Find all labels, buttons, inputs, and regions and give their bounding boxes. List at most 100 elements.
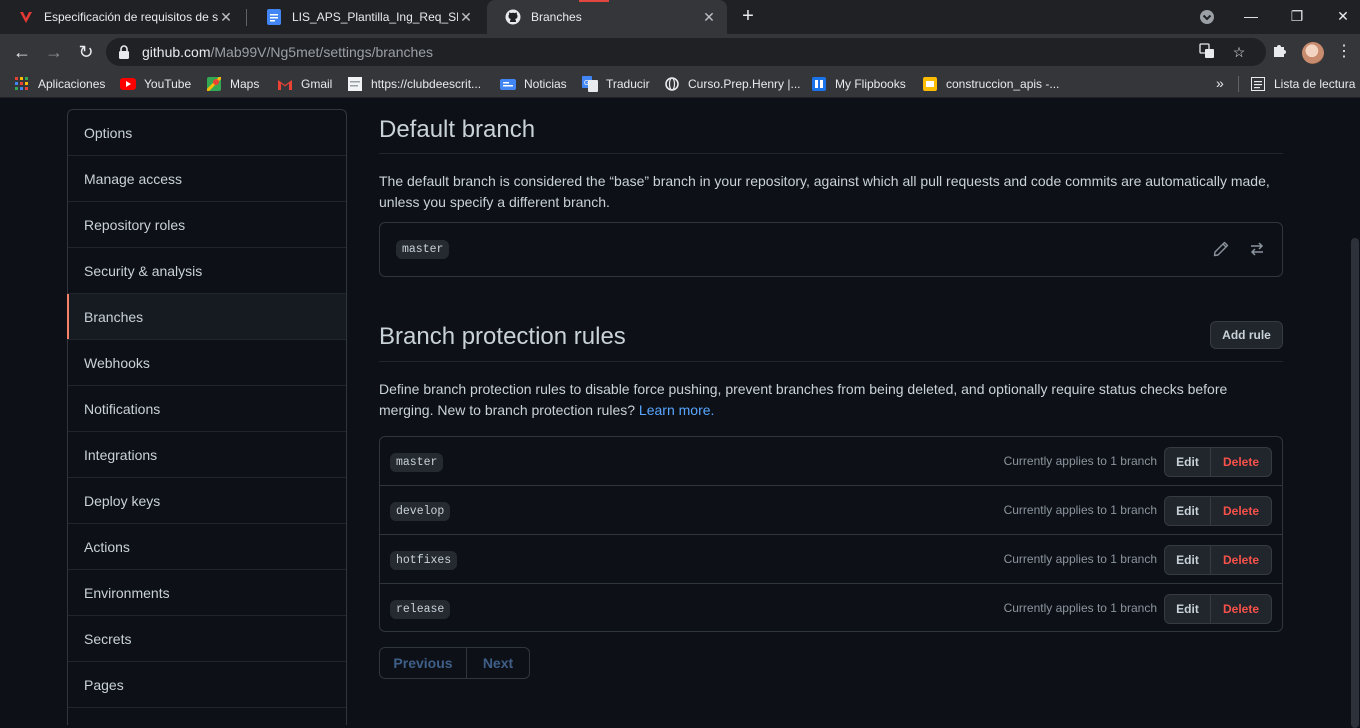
bookmark-maps[interactable]: Maps xyxy=(206,75,259,93)
reload-icon[interactable]: ↻ xyxy=(74,40,98,64)
edit-button[interactable]: Edit xyxy=(1165,595,1211,623)
bookmarks-bar: Aplicaciones YouTube Maps Gmail https://… xyxy=(0,70,1360,98)
sidebar-item-branches[interactable]: Branches xyxy=(67,294,346,340)
new-tab-button[interactable]: + xyxy=(737,6,759,28)
youtube-icon xyxy=(120,76,136,92)
pencil-icon[interactable] xyxy=(1213,241,1231,259)
bookmark-label: Traducir xyxy=(606,77,650,91)
close-icon[interactable]: ✕ xyxy=(701,9,717,26)
add-rule-button[interactable]: Add rule xyxy=(1210,321,1283,349)
profile-avatar[interactable] xyxy=(1302,42,1324,64)
reading-list-button[interactable]: Lista de lectura xyxy=(1250,75,1355,93)
delete-button[interactable]: Delete xyxy=(1211,546,1271,574)
close-icon[interactable]: ✕ xyxy=(458,9,474,26)
bookmark-label: My Flipbooks xyxy=(835,77,906,91)
protection-rules-list: master Currently applies to 1 branch Edi… xyxy=(379,436,1283,632)
back-arrow-icon[interactable]: ← xyxy=(10,40,34,64)
sidebar-item-webhooks[interactable]: Webhooks xyxy=(68,340,346,386)
sidebar-item-notifications[interactable]: Notifications xyxy=(68,386,346,432)
sidebar-item-pages[interactable]: Pages xyxy=(68,662,346,708)
delete-button[interactable]: Delete xyxy=(1211,497,1271,525)
extensions-puzzle-icon[interactable] xyxy=(1270,42,1290,62)
sidebar-item-options[interactable]: Options xyxy=(68,110,346,156)
forward-arrow-icon[interactable]: → xyxy=(42,40,66,64)
sidebar-item-secrets[interactable]: Secrets xyxy=(68,616,346,662)
bookmark-noticias[interactable]: Noticias xyxy=(500,75,567,93)
bookmark-youtube[interactable]: YouTube xyxy=(120,75,191,93)
next-button[interactable]: Next xyxy=(467,648,529,678)
bookmark-apps[interactable]: Aplicaciones xyxy=(14,75,105,93)
default-branch-title: Default branch xyxy=(379,116,536,143)
sidebar-item-label: Notifications xyxy=(84,400,161,417)
sidebar-item-manage-access[interactable]: Manage access xyxy=(68,156,346,202)
news-icon xyxy=(500,76,516,92)
table-row: release Currently applies to 1 branch Ed… xyxy=(380,584,1282,633)
sidebar-item-repository-roles[interactable]: Repository roles xyxy=(68,202,346,248)
rule-branch-name: release xyxy=(390,600,451,619)
bookmark-clubdeescritura[interactable]: https://clubdeescrit... xyxy=(347,75,481,93)
bookmark-curso-prep-henry[interactable]: Curso.Prep.Henry |... xyxy=(664,75,801,93)
bookmark-my-flipbooks[interactable]: My Flipbooks xyxy=(811,75,906,93)
tab-search-icon[interactable] xyxy=(1184,0,1230,34)
address-bar[interactable]: github.com/Mab99V/Ng5met/settings/branch… xyxy=(106,38,1266,66)
page-scrollbar[interactable] xyxy=(1350,98,1360,728)
delete-button[interactable]: Delete xyxy=(1211,595,1271,623)
translate-page-icon[interactable] xyxy=(1198,43,1216,61)
bookmark-label: Aplicaciones xyxy=(38,77,106,91)
delete-button[interactable]: Delete xyxy=(1211,448,1271,476)
switch-arrows-icon[interactable] xyxy=(1249,241,1267,259)
edit-button[interactable]: Edit xyxy=(1165,546,1211,574)
previous-button[interactable]: Previous xyxy=(380,648,467,678)
edit-button[interactable]: Edit xyxy=(1165,497,1211,525)
github-settings-page: Options Manage access Repository roles S… xyxy=(0,98,1350,725)
window-close-icon[interactable]: ✕ xyxy=(1320,0,1360,34)
sidebar-item-environments[interactable]: Environments xyxy=(68,570,346,616)
sidebar-item-label: Branches xyxy=(84,308,144,325)
sidebar-item-actions[interactable]: Actions xyxy=(68,524,346,570)
reading-list-icon xyxy=(1250,76,1266,92)
kebab-menu-icon[interactable]: ⋮ xyxy=(1334,42,1354,62)
browser-tab-2[interactable]: LIS_APS_Plantilla_Ing_Req_SRS_v ✕ xyxy=(248,0,484,34)
browser-tab-3-active[interactable]: Branches ✕ xyxy=(487,0,727,34)
learn-more-link[interactable]: Learn more. xyxy=(639,402,714,418)
edit-button[interactable]: Edit xyxy=(1165,448,1211,476)
bookmark-construccion-apis[interactable]: construccion_apis -... xyxy=(922,75,1059,93)
lock-icon[interactable] xyxy=(118,45,130,64)
translate-icon: G xyxy=(582,76,598,92)
rule-branch-name: develop xyxy=(390,502,451,521)
default-branch-description: The default branch is considered the “ba… xyxy=(379,173,1270,210)
rule-applies-text: Currently applies to 1 branch xyxy=(1003,552,1157,566)
sidebar-item-deploy-keys[interactable]: Deploy keys xyxy=(68,478,346,524)
rule-branch-name: master xyxy=(390,453,444,472)
sidebar-item-integrations[interactable]: Integrations xyxy=(68,432,346,478)
bookmark-label: construccion_apis -... xyxy=(946,77,1060,91)
bookmark-traducir[interactable]: G Traducir xyxy=(582,75,650,93)
bookmarks-divider xyxy=(1238,76,1239,92)
bookmark-star-icon[interactable]: ☆ xyxy=(1230,43,1248,61)
rule-actions: Edit Delete xyxy=(1164,545,1272,575)
divider xyxy=(379,153,1283,154)
pagination: Previous Next xyxy=(379,647,530,679)
github-icon xyxy=(505,9,521,25)
reading-list-label: Lista de lectura xyxy=(1274,77,1356,91)
default-branch-box: master xyxy=(379,222,1283,277)
restore-icon[interactable]: ❐ xyxy=(1274,0,1320,34)
rule-applies-text: Currently applies to 1 branch xyxy=(1003,454,1157,468)
browser-tab-1[interactable]: Especificación de requisitos de so ✕ xyxy=(0,0,244,34)
table-row: develop Currently applies to 1 branch Ed… xyxy=(380,486,1282,535)
scrollbar-thumb[interactable] xyxy=(1351,238,1359,728)
minimize-icon[interactable]: — xyxy=(1228,0,1274,34)
settings-sidebar: Options Manage access Repository roles S… xyxy=(67,109,347,725)
apps-grid-icon xyxy=(14,76,30,92)
sidebar-item-label: Security & analysis xyxy=(84,262,203,279)
sidebar-item-label: Deploy keys xyxy=(84,492,161,509)
sidebar-item-label: Repository roles xyxy=(84,216,186,233)
bookmarks-overflow-icon[interactable]: » xyxy=(1216,75,1224,91)
sidebar-item-security-analysis[interactable]: Security & analysis xyxy=(68,248,346,294)
default-branch-name: master xyxy=(396,240,450,259)
sidebar-item-label: Pages xyxy=(84,676,124,693)
page-icon xyxy=(347,76,363,92)
sidebar-item-label: Environments xyxy=(84,584,170,601)
bookmark-gmail[interactable]: Gmail xyxy=(277,75,332,93)
close-icon[interactable]: ✕ xyxy=(218,9,234,26)
